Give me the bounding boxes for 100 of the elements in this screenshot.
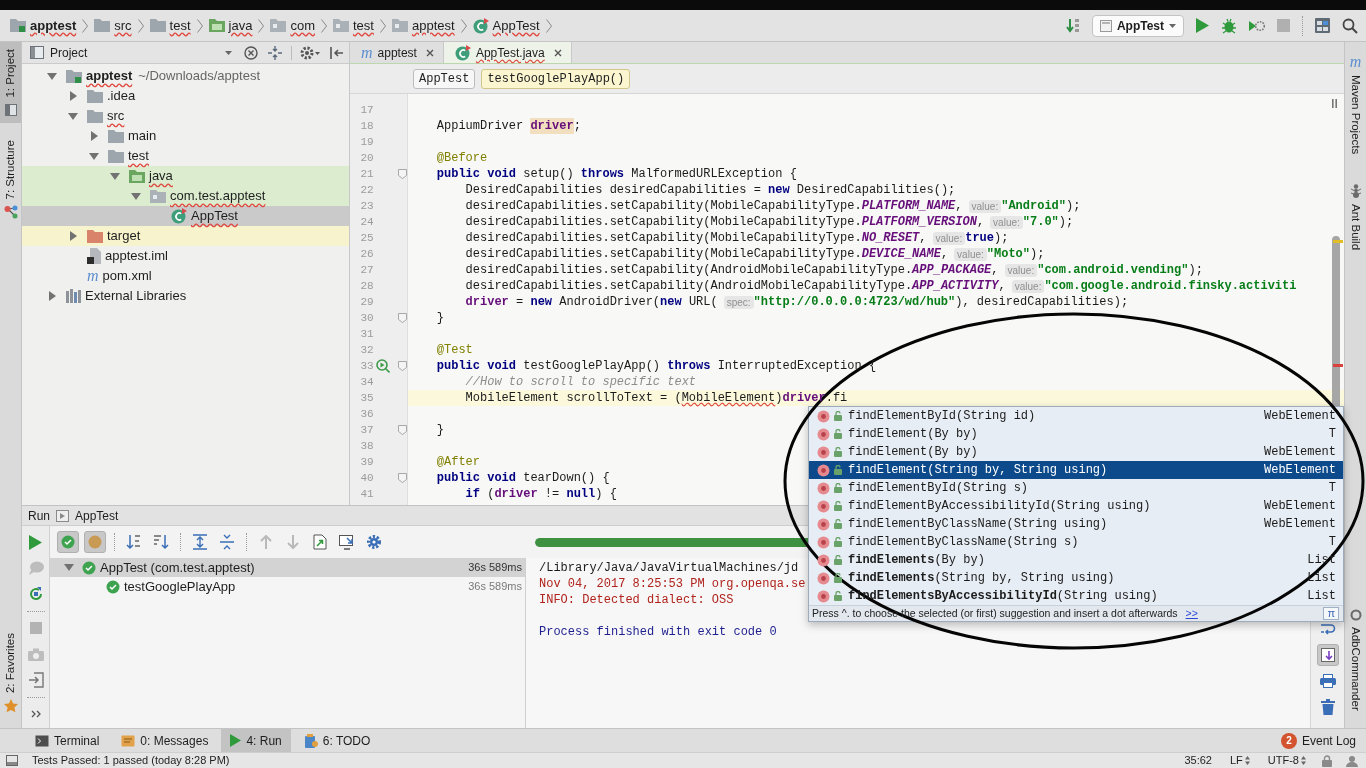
completion-item[interactable]: findElement(By by) T <box>809 425 1343 443</box>
tree-item[interactable]: .idea <box>22 86 349 106</box>
disclosure-arrow-icon[interactable] <box>90 131 98 141</box>
tree-item[interactable]: AppTest <box>22 206 349 226</box>
tree-item[interactable]: main <box>22 126 349 146</box>
breadcrumb-item[interactable]: com <box>270 15 315 36</box>
completion-item[interactable]: findElementById(String id) WebElement <box>809 407 1343 425</box>
disclosure-arrow-icon[interactable] <box>89 152 99 160</box>
editor-tab[interactable]: AppTest.java <box>443 42 572 63</box>
tree-item[interactable]: target <box>22 226 349 246</box>
toggle-button[interactable] <box>1316 644 1339 666</box>
pi-button[interactable]: π <box>1323 607 1339 620</box>
disclosure-arrow-icon[interactable] <box>131 192 141 200</box>
run-configuration-dropdown[interactable]: AppTest <box>1091 14 1184 37</box>
completion-item[interactable]: findElementByAccessibilityId(String using) WebElement <box>809 497 1343 515</box>
tool-window-tab[interactable]: AdbCommander <box>1345 602 1366 718</box>
folder-icon <box>87 89 103 103</box>
close-icon[interactable] <box>553 48 562 57</box>
tree-item[interactable]: apptest ~/Downloads/apptest <box>22 66 349 86</box>
gear-icon[interactable] <box>300 45 320 60</box>
completion-item[interactable]: findElement(String by, String using) WebElement <box>809 461 1343 479</box>
search-icon[interactable] <box>1342 17 1358 34</box>
refresh-icon[interactable] <box>27 586 44 602</box>
tool-window-tab[interactable]: 2: Favorites <box>0 625 21 720</box>
tree-item[interactable]: java <box>22 166 349 186</box>
completion-item[interactable]: findElementByClassName(String using) WebElement <box>809 515 1343 533</box>
disclosure-arrow-icon[interactable] <box>110 172 120 180</box>
test-item[interactable]: AppTest (com.test.apptest) 36s 589ms <box>50 558 525 577</box>
project-structure-icon[interactable] <box>1315 18 1330 33</box>
fold-icon[interactable] <box>398 473 407 483</box>
completion-item[interactable]: findElementByClassName(String s) T <box>809 533 1343 551</box>
panel-toggle-icon[interactable] <box>6 755 18 766</box>
tree-item[interactable]: apptest.iml <box>22 246 349 266</box>
sort-icon[interactable] <box>1065 17 1080 34</box>
collapse-icon[interactable] <box>220 534 234 550</box>
breadcrumb-item[interactable]: src <box>94 15 132 36</box>
tool-window-button[interactable]: 4: Run <box>221 729 291 752</box>
tool-window-button[interactable]: 0: Messages <box>112 729 218 752</box>
disclosure-arrow-icon[interactable] <box>47 72 57 80</box>
tree-item[interactable]: External Libraries <box>22 286 349 306</box>
gear-icon[interactable] <box>366 534 382 550</box>
disclosure-arrow-icon[interactable] <box>69 231 77 241</box>
tool-window-tab[interactable]: 7: Structure <box>0 132 21 227</box>
play-icon[interactable] <box>29 534 42 550</box>
import-icon[interactable] <box>339 534 355 550</box>
target-icon[interactable] <box>244 45 258 60</box>
sort-icon[interactable] <box>153 534 169 550</box>
breadcrumb[interactable]: testGooglePlayApp() <box>481 68 631 89</box>
breadcrumb-item[interactable]: apptest <box>10 15 77 36</box>
tool-window-button[interactable]: Terminal <box>26 729 109 752</box>
completion-item[interactable]: findElementById(String s) T <box>809 479 1343 497</box>
completion-item[interactable]: findElement(By by) WebElement <box>809 443 1343 461</box>
breadcrumb-item[interactable]: apptest <box>391 15 455 36</box>
fold-icon[interactable] <box>398 169 407 179</box>
test-item[interactable]: testGooglePlayApp 36s 589ms <box>50 577 525 596</box>
breadcrumb-item[interactable]: test <box>149 15 191 36</box>
chevrons-icon[interactable] <box>30 710 41 718</box>
event-log-button[interactable]: 2 Event Log <box>1280 731 1356 750</box>
close-icon[interactable] <box>425 48 434 57</box>
fold-icon[interactable] <box>398 425 407 435</box>
trash-icon[interactable] <box>1320 699 1335 715</box>
encoding-selector[interactable]: UTF-8 <box>1267 752 1306 768</box>
collapse-icon[interactable] <box>268 45 282 60</box>
printer-icon[interactable] <box>1319 674 1336 688</box>
editor-tab[interactable]: m apptest <box>350 42 444 63</box>
lock-icon[interactable] <box>1322 754 1332 767</box>
console-line: /Library/Java/JavaVirtualMachines/jd <box>539 560 799 576</box>
tool-window-tab[interactable]: Ant Build <box>1345 177 1366 258</box>
view-dropdown[interactable]: Project <box>50 43 232 62</box>
sort-icon[interactable] <box>126 534 142 550</box>
person-icon[interactable] <box>1346 754 1358 767</box>
exit-icon[interactable] <box>27 672 44 688</box>
tool-window-button[interactable]: 6: TODO <box>294 729 380 752</box>
fold-icon[interactable] <box>398 361 407 371</box>
export-icon[interactable] <box>313 534 327 550</box>
breadcrumb-item[interactable]: test <box>332 15 374 36</box>
breadcrumb[interactable]: AppTest <box>413 68 476 89</box>
run-icon[interactable] <box>376 359 391 373</box>
line-separator-selector[interactable]: LF <box>1230 752 1250 768</box>
caret-position[interactable]: 35:62 <box>1184 752 1212 768</box>
hide-icon[interactable] <box>330 45 344 60</box>
disclosure-arrow-icon[interactable] <box>69 91 77 101</box>
tool-window-tab[interactable]: m Maven Projects <box>1345 48 1366 162</box>
disclosure-arrow-icon[interactable] <box>48 291 56 301</box>
bug-icon[interactable] <box>1221 17 1237 34</box>
breadcrumb-item[interactable]: java <box>208 15 253 36</box>
fold-icon[interactable] <box>398 313 407 323</box>
tree-item[interactable]: test <box>22 146 349 166</box>
disclosure-arrow-icon[interactable] <box>64 564 74 571</box>
disclosure-arrow-icon[interactable] <box>68 112 78 120</box>
folder-icon <box>94 19 111 32</box>
breadcrumb-item[interactable]: AppTest <box>472 15 540 36</box>
tree-item[interactable]: src <box>22 106 349 126</box>
more-link[interactable]: >> <box>1185 605 1198 622</box>
tree-item[interactable]: com.test.apptest <box>22 186 349 206</box>
tool-window-tab[interactable]: 1: Project <box>0 42 21 123</box>
expand-icon[interactable] <box>193 534 207 550</box>
wrap-icon[interactable] <box>1319 623 1336 635</box>
play-icon[interactable] <box>1196 18 1209 33</box>
tree-item[interactable]: m pom.xml <box>22 266 349 286</box>
